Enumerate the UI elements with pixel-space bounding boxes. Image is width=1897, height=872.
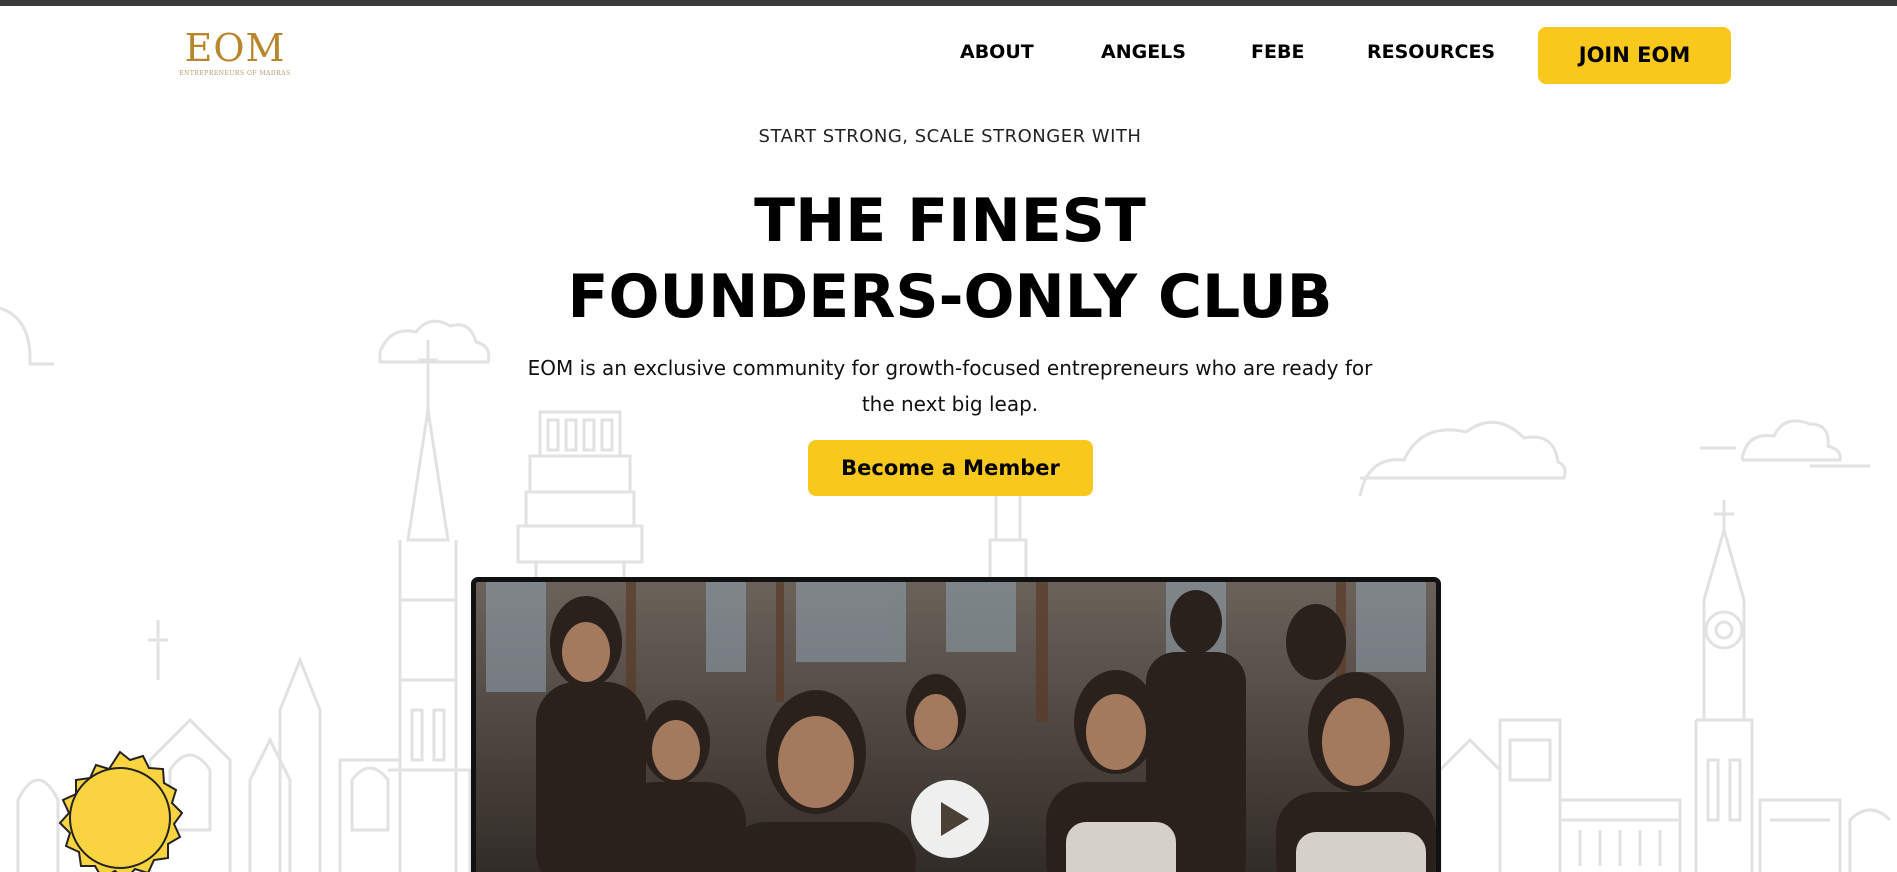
become-member-button[interactable]: Become a Member [808,440,1093,496]
logo[interactable]: EOM ENTREPRENEURS OF MADRAS [170,26,300,80]
hero-description: EOM is an exclusive community for growth… [527,356,1373,416]
logo-wordmark: EOM [184,26,286,70]
play-icon [941,802,969,836]
hero-headline-line-2: FOUNDERS-ONLY CLUB [567,262,1333,332]
hero-eyebrow: START STRONG, SCALE STRONGER WITH [758,126,1142,147]
nav-item-resources[interactable]: RESOURCES [1367,36,1495,68]
join-button[interactable]: JOIN EOM [1538,27,1731,84]
top-strip [0,0,1897,6]
nav-item-febe[interactable]: FEBE [1251,36,1304,68]
hero-headline-line-1: THE FINEST [754,186,1146,256]
nav-item-about[interactable]: ABOUT [960,36,1034,68]
nav-item-angels[interactable]: ANGELS [1101,36,1186,68]
badge-seal-icon [58,750,184,872]
logo-tagline: ENTREPRENEURS OF MADRAS [179,70,291,77]
play-button[interactable] [911,780,989,858]
page: EOM ENTREPRENEURS OF MADRAS ABOUT ANGELS… [0,0,1897,872]
hero-headline: THE FINEST FOUNDERS-ONLY CLUB [0,183,1897,335]
